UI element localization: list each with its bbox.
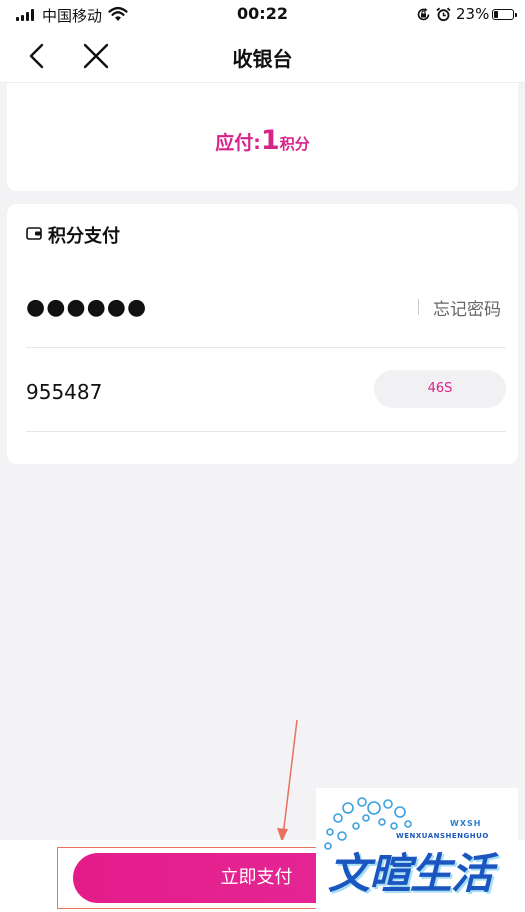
resend-countdown-button[interactable]: 46S	[374, 370, 506, 408]
password-field[interactable]: ●●●●●●	[26, 295, 147, 320]
amount-unit: 积分	[279, 135, 310, 153]
watermark-letters: WXSH	[450, 819, 482, 828]
verification-code-field[interactable]: 955487	[26, 380, 102, 404]
alarm-icon	[436, 7, 451, 22]
battery-percentage: 23%	[456, 5, 490, 23]
verification-code-row: 955487 46S	[26, 348, 506, 432]
watermark-text: 文暄生活	[328, 849, 493, 898]
battery-icon	[492, 9, 517, 20]
payment-card: 积分支付 ●●●●●● 忘记密码 955487 46S	[7, 204, 518, 464]
forgot-password-link[interactable]: 忘记密码	[433, 295, 501, 320]
wallet-icon	[26, 227, 42, 240]
payment-method-label: 积分支付	[48, 226, 120, 247]
annotation-arrow-icon	[277, 719, 298, 842]
divider	[418, 299, 419, 315]
amount-card: 应付:1积分	[7, 83, 518, 191]
password-row: ●●●●●● 忘记密码	[26, 279, 506, 348]
amount-value: 1	[260, 125, 280, 156]
watermark-logo: WXSH WENXUANSHENGHUO 文暄生活	[316, 788, 518, 910]
amount-label: 应付:	[215, 132, 261, 154]
page-title: 收银台	[232, 47, 293, 71]
watermark-subtitle: WENXUANSHENGHUO	[396, 832, 489, 840]
amount-due: 应付:1积分	[7, 125, 518, 156]
status-bar: 中国移动 00:22 23%	[0, 0, 525, 30]
nav-bar: 收银台	[0, 30, 525, 83]
rotation-lock-icon	[417, 8, 430, 21]
